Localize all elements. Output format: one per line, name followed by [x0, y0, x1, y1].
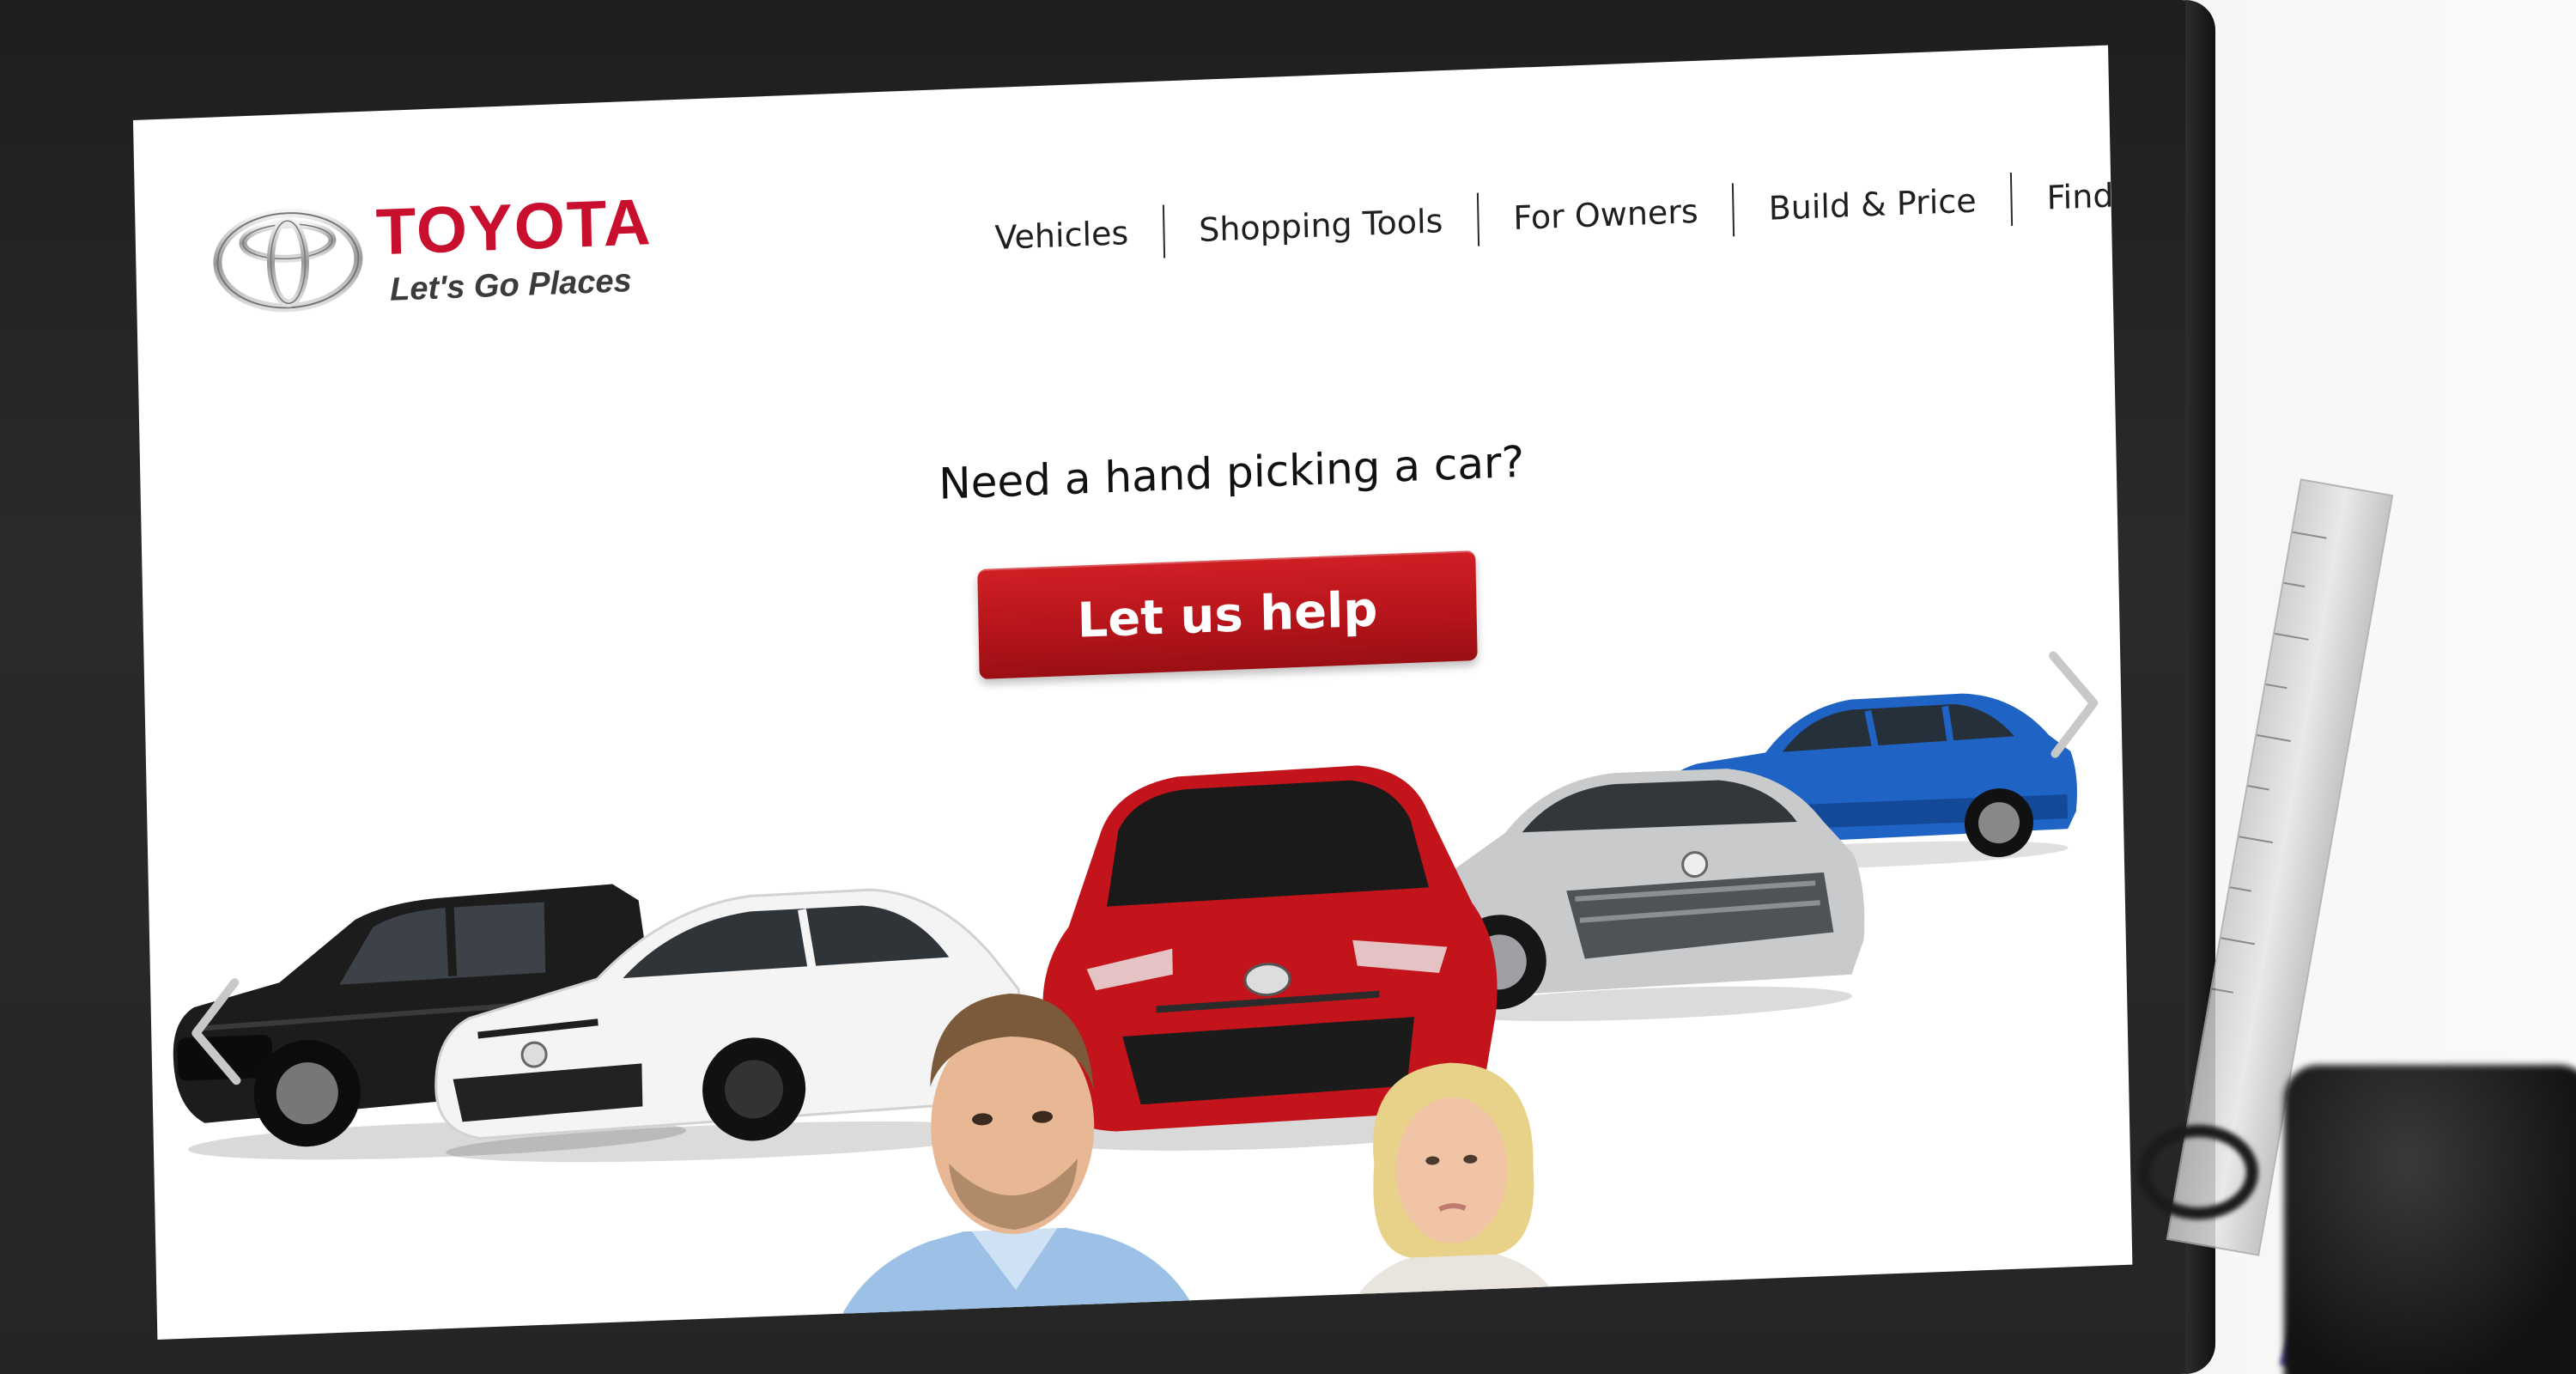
man-thinking: [820, 994, 1216, 1341]
nav-item-for-owners[interactable]: For Owners: [1479, 191, 1733, 238]
nav-item-shopping-tools[interactable]: Shopping Tools: [1164, 201, 1478, 251]
scissors-handle: [2138, 1125, 2258, 1219]
webpage-screen: TOYOTA Let's Go Places Vehicles Shopping…: [133, 45, 2133, 1341]
car-carousel: [145, 664, 2132, 1341]
chevron-right-icon: [2049, 651, 2099, 758]
brand-logo[interactable]: TOYOTA Let's Go Places: [212, 185, 696, 340]
nav-item-vehicles[interactable]: Vehicles: [960, 213, 1163, 258]
hero-question: Need a hand picking a car?: [938, 436, 1525, 509]
toyota-emblem-icon: [213, 209, 363, 313]
let-us-help-button[interactable]: Let us help: [977, 550, 1478, 680]
woman-thinking: [1343, 1062, 1567, 1329]
brand-name: TOYOTA: [374, 185, 653, 270]
carousel-prev-button[interactable]: [185, 976, 247, 1090]
carousel-next-button[interactable]: [2043, 647, 2105, 761]
desk-scene: TOYOTA Let's Go Places Vehicles Shopping…: [0, 0, 2576, 1374]
nav-item-build-price[interactable]: Build & Price: [1734, 180, 2011, 228]
brand-tagline: Let's Go Places: [389, 263, 633, 308]
chevron-left-icon: [191, 978, 241, 1085]
main-nav: Vehicles Shopping Tools For Owners Build…: [960, 158, 2132, 269]
pen-cup: [2284, 1065, 2576, 1374]
